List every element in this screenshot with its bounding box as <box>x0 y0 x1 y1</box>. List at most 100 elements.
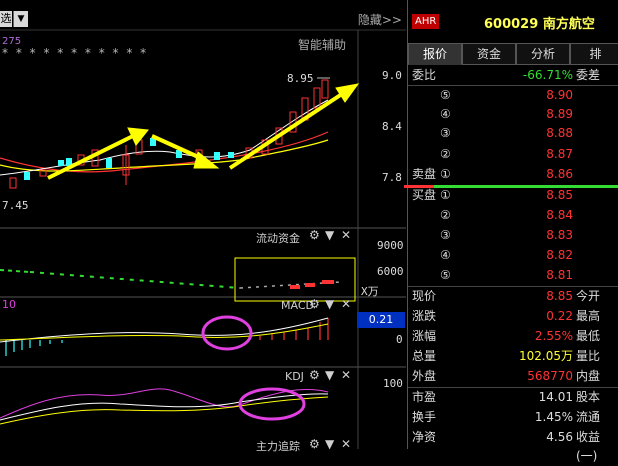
tab-quote[interactable]: 报价 <box>408 43 462 65</box>
flow-axis-tick: 9000 <box>377 239 404 252</box>
sell-price: 8.89 <box>546 107 573 121</box>
sell-level: ③ <box>440 126 451 140</box>
tab-funds[interactable]: 资金 <box>462 43 516 65</box>
stat-row: 涨跌 0.22 最高 <box>408 307 618 326</box>
stat-label: 外盘 <box>412 369 437 383</box>
stat-label: 涨跌 <box>412 309 437 323</box>
trend-arrows <box>47 83 360 180</box>
flow-highlight-box <box>234 257 356 302</box>
kdj-j-line <box>0 388 329 419</box>
stock-name: 南方航空 <box>542 17 595 32</box>
stock-code-number: 600029 <box>484 17 539 32</box>
buy-row-3[interactable]: ③ 8.83 <box>408 226 618 245</box>
buy-price: 8.82 <box>546 248 573 262</box>
price-axis-tick: 9.0 <box>382 69 402 82</box>
high-price-label: 8.95 <box>287 72 314 85</box>
macd-left-label: 10 <box>2 298 16 311</box>
chevron-down-icon[interactable]: ▼ <box>325 228 334 242</box>
macd-value-box: 0.21 <box>357 312 405 328</box>
sell-price: 8.90 <box>546 88 573 102</box>
ma-line-yellow <box>0 139 329 172</box>
stat-value: 4.56 <box>546 430 573 444</box>
kline-chart-area[interactable]: 选 ▼ 隐藏>> 275 * * * * * * * * * * * 智能辅助 <box>0 0 406 453</box>
stat-value: 102.05万 <box>519 349 573 363</box>
buy-row-4[interactable]: ④ 8.82 <box>408 246 618 265</box>
macd-histogram <box>5 318 329 356</box>
stat-value: 2.55% <box>534 329 573 343</box>
ahr-badge[interactable]: AHR <box>412 14 440 29</box>
sell-row-2[interactable]: ② 8.87 <box>408 145 618 164</box>
stat-value: 14.01 <box>538 390 573 404</box>
chevron-down-icon[interactable]: ▼ <box>325 297 334 311</box>
close-icon[interactable]: ✕ <box>341 228 351 242</box>
stat-right-label: 股本 <box>576 390 601 404</box>
sell-level: ② <box>440 147 451 161</box>
sell-level: ① <box>440 167 451 181</box>
stat-label: 换手 <box>412 410 437 424</box>
sell-row-3[interactable]: ③ 8.88 <box>408 124 618 143</box>
sell-row-4[interactable]: ④ 8.89 <box>408 105 618 124</box>
buy-level: ⑤ <box>440 268 451 282</box>
weibi-label: 委比 <box>412 68 437 82</box>
close-icon[interactable]: ✕ <box>341 297 351 311</box>
stat-row: 市盈 14.01 股本 <box>408 388 618 407</box>
buy-price: 8.84 <box>546 208 573 222</box>
kdj-panel-title: KDJ <box>285 370 304 383</box>
buy-level: ② <box>440 208 451 222</box>
buy-level: ① <box>440 188 451 202</box>
tab-ranking[interactable]: 排 <box>570 43 618 65</box>
stat-right-label: 最低 <box>576 329 601 343</box>
stat-right-label: 量比 <box>576 349 601 363</box>
sell-level: ④ <box>440 107 451 121</box>
sell-price: 8.88 <box>546 126 573 140</box>
kdj-k-line <box>0 393 329 421</box>
quote-tabs: 报价 资金 分析 排 <box>408 43 618 65</box>
stat-value: 568770 <box>527 369 573 383</box>
chevron-down-icon[interactable]: ▼ <box>325 368 334 382</box>
buy-level: ③ <box>440 228 451 242</box>
settings-icon[interactable]: ⚙ <box>309 228 320 242</box>
settings-icon[interactable]: ⚙ <box>309 297 320 311</box>
settings-icon[interactable]: ⚙ <box>309 368 320 382</box>
price-axis-tick: 8.4 <box>382 120 402 133</box>
stat-label: 总量 <box>412 349 437 363</box>
weibi-value: -66.71% <box>522 68 573 82</box>
low-price-label: 7.45 <box>2 199 29 212</box>
flow-unit-label: X万 <box>361 285 379 298</box>
flow-axis-tick: 6000 <box>377 265 404 278</box>
sell-row-1[interactable]: 卖盘 ① 8.86 <box>408 165 618 184</box>
buy-price: 8.81 <box>546 268 573 282</box>
stat-row: 涨幅 2.55% 最低 <box>408 327 618 346</box>
stat-right-label: 内盘 <box>576 369 601 383</box>
weibi-row: 委比 -66.71% 委差 <box>408 66 618 85</box>
sell-level: ⑤ <box>440 88 451 102</box>
sell-label: 卖盘 <box>412 167 437 181</box>
stat-right-label: 今开 <box>576 289 601 303</box>
stat-value: 1.45% <box>534 410 573 424</box>
tab-analysis[interactable]: 分析 <box>516 43 570 65</box>
main-tracking-panel-title: 主力追踪 <box>256 440 300 453</box>
sell-price: 8.86 <box>546 167 573 181</box>
flow-bars <box>0 269 341 289</box>
buy-label: 买盘 <box>412 188 437 202</box>
buy-row-1[interactable]: 买盘 ① 8.85 <box>408 186 618 205</box>
stat-right-label: 流通 <box>576 410 601 424</box>
price-axis-tick: 7.8 <box>382 171 402 184</box>
buy-row-5[interactable]: ⑤ 8.81 <box>408 266 618 285</box>
buy-row-2[interactable]: ② 8.84 <box>408 206 618 225</box>
sell-row-5[interactable]: ⑤ 8.90 <box>408 86 618 105</box>
stat-label: 市盈 <box>412 390 437 404</box>
weicha-label: 委差 <box>576 68 601 82</box>
stat-label: 涨幅 <box>412 329 437 343</box>
macd-dea-line <box>0 323 329 341</box>
kdj-axis-tick: 100 <box>383 377 403 390</box>
stat-right-label: 收益(一) <box>576 430 601 463</box>
stat-right-label: 最高 <box>576 309 601 323</box>
quote-header: AHR 600029 南方航空 <box>408 11 618 32</box>
stat-value: 8.85 <box>546 289 573 303</box>
close-icon[interactable]: ✕ <box>341 368 351 382</box>
kdj-highlight-circle <box>238 387 306 421</box>
macd-axis-zero: 0 <box>396 333 403 346</box>
stat-row: 总量 102.05万 量比 <box>408 347 618 366</box>
stat-value: 0.22 <box>546 309 573 323</box>
